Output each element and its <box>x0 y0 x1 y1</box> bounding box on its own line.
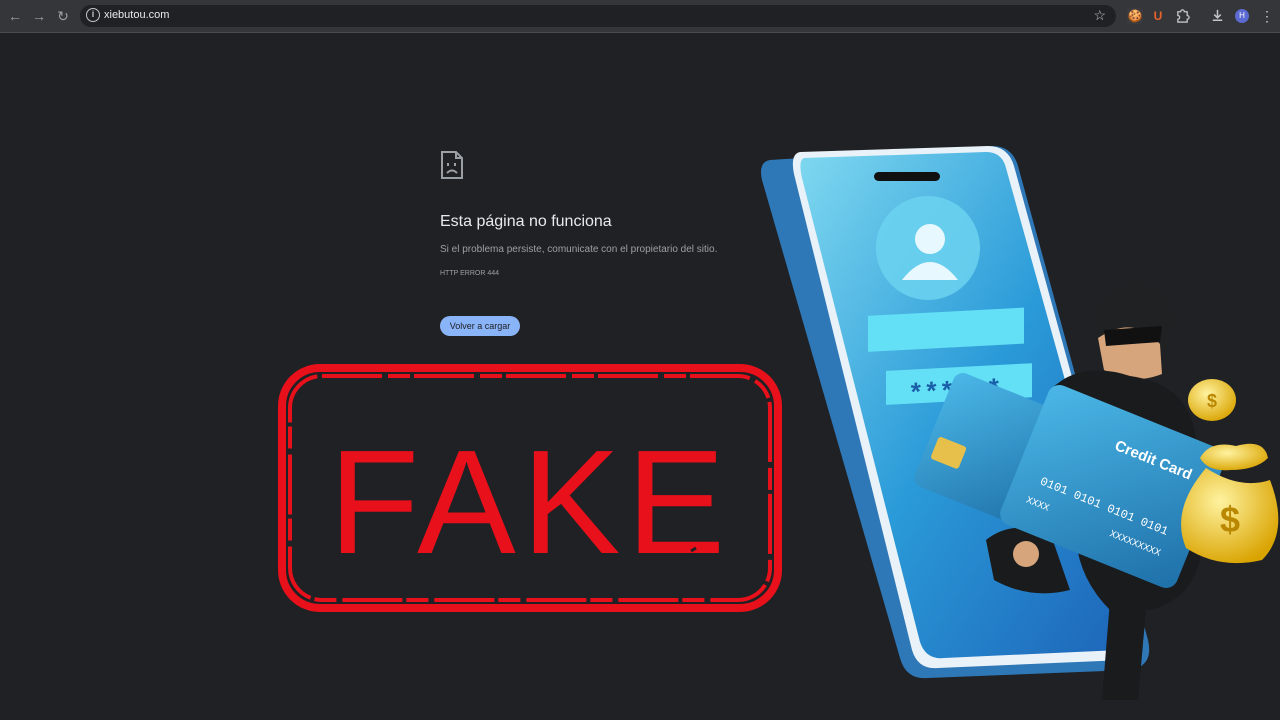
back-button[interactable]: ← <box>6 7 24 25</box>
thief-hand <box>1013 541 1039 567</box>
error-title: Esta página no funciona <box>440 213 612 230</box>
phone-speaker <box>874 172 940 181</box>
sad-page-icon <box>441 151 463 179</box>
extension-icon[interactable] <box>1175 8 1190 23</box>
fake-stamp: FAKE <box>278 364 782 612</box>
money-bag-symbol: $ <box>1220 499 1240 540</box>
info-icon[interactable]: i <box>86 8 100 22</box>
reload-button[interactable]: ↻ <box>54 7 72 25</box>
money-bag-top <box>1200 443 1268 471</box>
extension-1-icon[interactable]: 🍪 <box>1127 8 1143 24</box>
address-bar[interactable]: i xiebutou.com ☆ <box>80 5 1116 27</box>
stamp-text: FAKE <box>329 420 731 585</box>
coin-symbol: $ <box>1207 391 1217 411</box>
browser-toolbar: ← → ↻ i xiebutou.com ☆ 🍪 U H ⋮ <box>0 0 1280 33</box>
menu-icon[interactable]: ⋮ <box>1260 7 1274 25</box>
downloads-icon[interactable] <box>1210 8 1225 23</box>
url-text[interactable]: xiebutou.com <box>104 9 169 21</box>
phone-scam-illustration: ****** Credit Card 0101 0101 0101 0101 X… <box>761 145 1279 700</box>
star-icon[interactable]: ☆ <box>1093 7 1106 24</box>
error-code: HTTP ERROR 444 <box>440 270 499 277</box>
forward-button[interactable]: → <box>30 7 48 25</box>
extension-2-icon[interactable]: U <box>1150 8 1166 24</box>
profile-avatar[interactable]: H <box>1235 9 1249 23</box>
reload-page-button[interactable]: Volver a cargar <box>440 316 520 336</box>
error-description: Si el problema persiste, comunicate con … <box>440 244 718 255</box>
